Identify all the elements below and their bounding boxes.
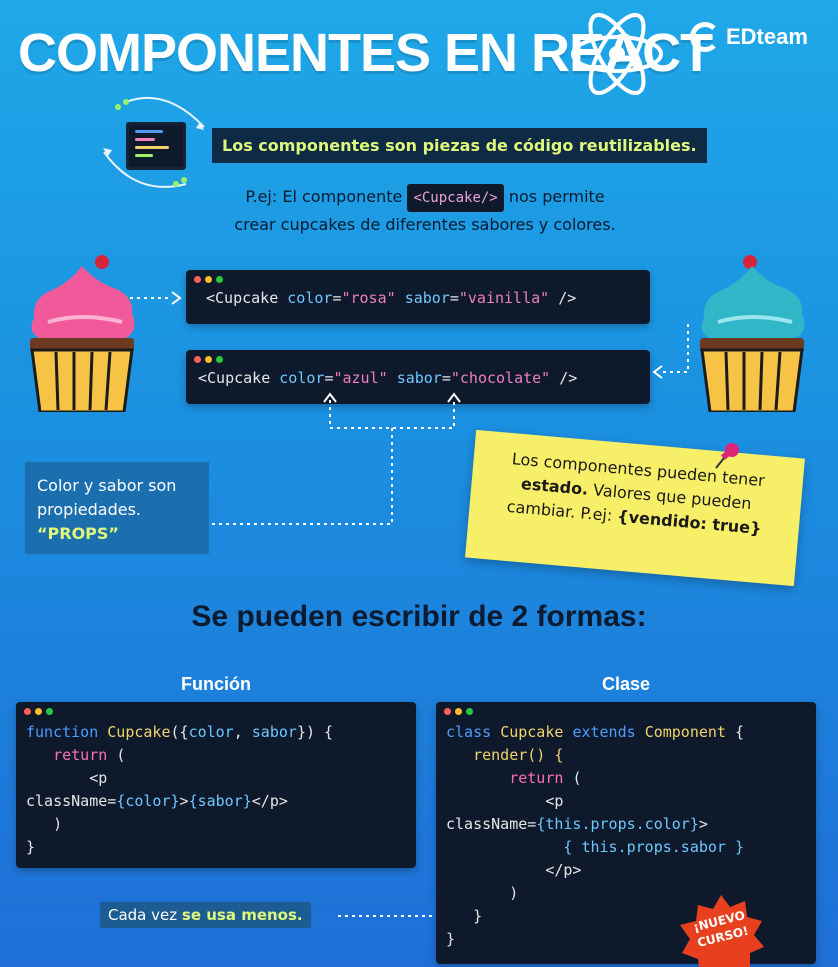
props-callout-line: Color y sabor son: [37, 476, 177, 495]
funcion-code-window: function Cupcake({color, sabor}) { retur…: [16, 702, 416, 868]
props-callout-line: propiedades.: [37, 500, 141, 519]
funcion-code: function Cupcake({color, sabor}) { retur…: [26, 723, 334, 856]
props-callout-keyword: “PROPS”: [37, 524, 119, 543]
less-used-text: Cada vez: [108, 906, 178, 924]
funcion-label: Función: [181, 674, 251, 694]
new-course-badge[interactable]: ¡NUEVO CURSO!: [676, 893, 766, 967]
props-callout: Color y sabor son propiedades. “PROPS”: [25, 462, 209, 554]
less-used-callout: Cada vez se usa menos.: [100, 902, 311, 928]
less-used-keyword: se usa menos.: [181, 906, 303, 924]
note-keyword: estado.: [520, 474, 590, 499]
ways-title: Se pueden escribir de 2 formas:: [191, 600, 647, 633]
window-dots: [436, 702, 816, 715]
clase-label: Clase: [601, 674, 651, 694]
window-dots: [16, 702, 416, 715]
pin-icon: [715, 443, 739, 469]
